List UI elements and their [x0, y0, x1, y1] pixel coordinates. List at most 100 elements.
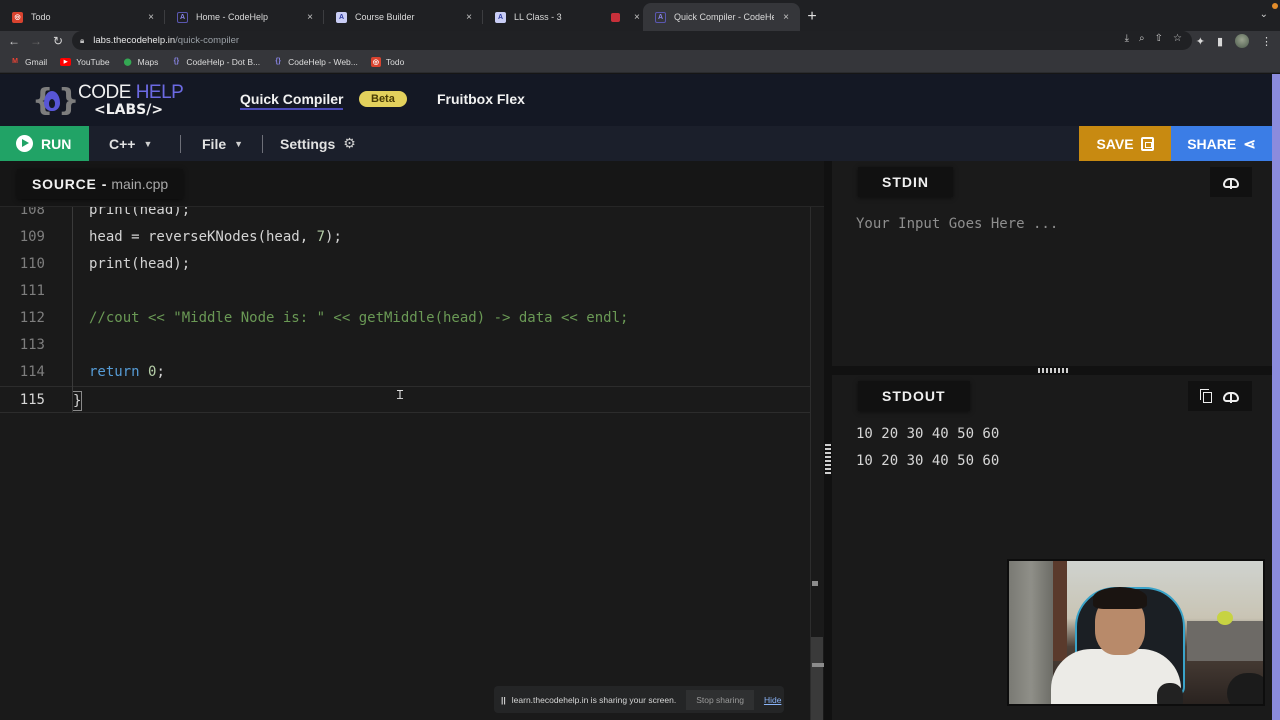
action-bar: RUN C++ ▼ File ▼ Settings ⚙ SAVE SHARE ⋖ [0, 126, 1272, 161]
stdin-actions [1210, 167, 1252, 197]
tab-title: LL Class - 3 [514, 12, 562, 22]
code-line[interactable]: 110 print(head); [0, 251, 810, 278]
address-bar[interactable]: 🔒︎ labs.thecodehelp.in/quick-compiler ⤓ … [72, 31, 1192, 50]
code-token: print(head); [89, 256, 191, 272]
drag-handle-icon[interactable] [825, 444, 831, 476]
line-number: 110 [19, 256, 45, 272]
stdout-title: STDOUT [858, 381, 970, 411]
side-panel-icon[interactable]: ▮ [1217, 35, 1223, 48]
scrollbar-thumb[interactable] [811, 637, 823, 720]
drag-handle-icon[interactable] [1038, 368, 1070, 373]
code-text: //cout << "Middle Node is: " << getMiddl… [89, 305, 628, 332]
course-builder-icon: A [336, 11, 347, 23]
page-right-edge [1272, 74, 1280, 720]
source-editor[interactable]: 108 print(head); 109 head = reverseKNodes(h… [0, 161, 824, 720]
codehelp-icon: A [177, 11, 188, 23]
codehelp-icon: {} [275, 58, 281, 65]
beta-badge: Beta [359, 91, 407, 107]
code-area[interactable]: 108 print(head); 109 head = reverseKNodes(h… [0, 197, 810, 413]
tab-title: Course Builder [355, 12, 415, 22]
bookmark-star-icon[interactable]: ☆ [1173, 33, 1182, 44]
browser-tab-home-codehelp[interactable]: A Home - CodeHelp × [165, 3, 324, 31]
profile-avatar[interactable] [1235, 34, 1249, 48]
gear-icon: ⚙ [343, 135, 356, 151]
bookmark-maps[interactable]: ⬤ Maps [123, 57, 159, 67]
course-builder-icon: A [495, 11, 506, 23]
browser-tab-todo[interactable]: ◎ Todo × [0, 3, 165, 31]
scrollbar-marker [812, 663, 824, 667]
codehelp-icon: {} [173, 58, 180, 65]
code-line[interactable]: 111 [0, 278, 810, 305]
language-select[interactable]: C++ ▼ [109, 126, 152, 161]
line-number: 112 [19, 310, 45, 326]
todo-icon: ◎ [12, 11, 23, 23]
code-line[interactable]: 112 //cout << "Middle Node is: " << getMi… [0, 305, 810, 332]
editor-scrollbar[interactable] [810, 207, 824, 720]
bookmark-codehelp-web[interactable]: {} CodeHelp - Web... [273, 57, 358, 67]
save-label: SAVE [1096, 135, 1134, 152]
file-menu[interactable]: File ▼ [202, 126, 243, 161]
bookmark-label: CodeHelp - Dot B... [186, 56, 261, 67]
nav-quick-compiler[interactable]: Quick Compiler [240, 91, 344, 110]
horizontal-splitter[interactable] [832, 366, 1272, 375]
stop-sharing-button[interactable]: Stop sharing [686, 689, 754, 710]
browser-tab-ll-class[interactable]: A LL Class - 3 [483, 3, 605, 31]
bookmark-youtube[interactable]: ▶ YouTube [60, 57, 110, 67]
reload-icon[interactable]: ↻ [47, 34, 69, 48]
new-tab-button[interactable]: + [800, 3, 824, 31]
browser-tab-quick-compiler[interactable]: A Quick Compiler - CodeHelp Labs × [643, 3, 800, 31]
settings-button[interactable]: Settings ⚙ [280, 126, 356, 161]
codehelp-icon: A [655, 11, 666, 23]
recording-icon [611, 12, 620, 22]
code-token: //cout << "Middle Node is: " << getMiddl… [89, 310, 629, 326]
close-tab-icon[interactable]: × [304, 12, 316, 23]
code-line[interactable]: 114 return 0; [0, 359, 810, 386]
save-button[interactable]: SAVE [1079, 126, 1171, 161]
tab-search-chevron-icon[interactable]: ⌄ [1260, 9, 1268, 20]
close-tab-icon[interactable]: × [463, 12, 475, 23]
divider [180, 135, 181, 153]
copy-icon[interactable] [1200, 389, 1212, 403]
browser-tab-recording[interactable]: × [605, 3, 643, 31]
bookmark-todo[interactable]: ◎ Todo [370, 56, 404, 67]
close-tab-icon[interactable]: × [145, 12, 157, 23]
code-line[interactable]: 109 head = reverseKNodes(head, 7); [0, 224, 810, 251]
share-button[interactable]: SHARE ⋖ [1171, 126, 1272, 161]
browser-menu-icon[interactable]: ⋮ [1261, 35, 1272, 48]
stdin-input[interactable] [856, 216, 1256, 232]
url-path: /quick-compiler [175, 35, 240, 46]
stdin-title: STDIN [858, 167, 953, 197]
code-text: head = reverseKNodes(head, 7); [89, 224, 342, 251]
tab-title: Quick Compiler - CodeHelp Labs [674, 12, 774, 22]
code-line[interactable]: 113 [0, 332, 810, 359]
forward-arrow-icon[interactable]: → [25, 34, 47, 48]
nav-fruitbox-flex[interactable]: Fruitbox Flex [437, 91, 525, 107]
gmail-icon: M [12, 58, 18, 65]
browser-tab-strip: ◎ Todo × A Home - CodeHelp × A Course Bu… [0, 0, 1280, 31]
run-button[interactable]: RUN [0, 126, 89, 161]
chevron-down-icon: ▼ [143, 138, 153, 149]
logo-text-labs: <LABS/> [94, 102, 164, 118]
filename: main.cpp [111, 176, 169, 192]
line-number: 114 [19, 364, 45, 380]
zoom-icon[interactable]: ⌕ [1139, 33, 1145, 44]
share-page-icon[interactable]: ⇧ [1155, 33, 1163, 44]
share-label: SHARE [1187, 135, 1237, 152]
recording-indicator-icon [1272, 3, 1278, 9]
back-arrow-icon[interactable]: ← [3, 34, 25, 48]
close-tab-icon[interactable]: × [780, 12, 792, 23]
stdout-output: 10 20 30 40 50 60 10 20 30 40 50 60 [856, 421, 999, 475]
extensions-puzzle-icon[interactable]: ✦ [1196, 35, 1205, 48]
bookmark-gmail[interactable]: M Gmail [10, 57, 47, 67]
youtube-icon: ▶ [60, 57, 72, 66]
floppy-disk-icon [1140, 136, 1154, 151]
codehelp-labs-logo[interactable]: {} CODE HELP <LABS/> [32, 81, 184, 119]
download-cloud-icon[interactable] [1222, 389, 1240, 403]
close-tab-icon[interactable]: × [634, 12, 640, 23]
hide-button[interactable]: Hide [764, 695, 781, 705]
upload-cloud-icon[interactable] [1222, 175, 1240, 189]
browser-tab-course-builder[interactable]: A Course Builder × [324, 3, 483, 31]
vertical-splitter[interactable] [824, 161, 832, 720]
bookmark-codehelp-dotb[interactable]: {} CodeHelp - Dot B... [171, 57, 260, 67]
install-app-icon[interactable]: ⤓ [1125, 33, 1129, 44]
